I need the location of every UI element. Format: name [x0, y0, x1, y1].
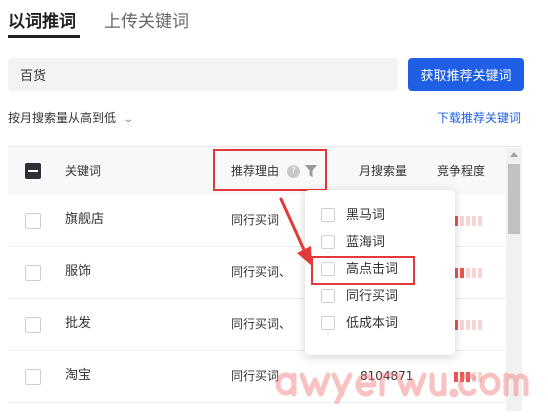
annotation-arrow-icon	[279, 197, 312, 266]
filter-option-label: 同行买词	[346, 289, 399, 304]
sort-dropdown-label: 按月搜索量从高到低	[8, 111, 117, 125]
select-all-checkbox[interactable]	[25, 163, 41, 179]
row-checkbox[interactable]	[25, 265, 41, 281]
watermark	[270, 358, 540, 405]
column-header-keyword: 关键词	[65, 164, 102, 178]
competition-segment	[460, 216, 464, 226]
filter-option-label: 低成本词	[346, 316, 399, 331]
reason-filter-popup: 黑马词 蓝海词 高点击词 同行买词 低成本词	[305, 190, 455, 355]
filter-checkbox[interactable]	[321, 208, 335, 222]
competition-segment	[460, 320, 464, 330]
competition-segment	[478, 268, 482, 278]
get-recommended-keywords-button[interactable]: 获取推荐关键词	[408, 58, 524, 91]
tab-keyword-to-keyword[interactable]: 以词推词	[8, 10, 76, 34]
row-checkbox[interactable]	[25, 369, 41, 385]
competition-segment	[472, 216, 476, 226]
competition-segment	[460, 268, 464, 278]
row-checkbox[interactable]	[25, 213, 41, 229]
active-tab-underline	[8, 35, 80, 38]
filter-checkbox[interactable]	[321, 316, 335, 330]
reason-cell: 同行买词	[231, 213, 280, 227]
watermark-graphic	[275, 371, 529, 405]
download-recommended-keywords-link[interactable]: 下载推荐关键词	[437, 109, 521, 127]
row-checkbox[interactable]	[25, 317, 41, 333]
competition-segment	[466, 320, 470, 330]
indeterminate-dash-icon	[28, 170, 38, 172]
filter-option-label: 蓝海词	[346, 235, 386, 250]
scroll-up-arrow-icon[interactable]	[510, 152, 518, 157]
tab-upload-keywords[interactable]: 上传关键词	[104, 10, 189, 34]
competition-segment	[466, 216, 470, 226]
keyword-cell: 旗舰店	[65, 212, 105, 227]
column-header-monthly-search-volume: 月搜索量	[359, 164, 408, 178]
reason-cell: 同行买词、	[231, 317, 292, 331]
high-click-option-highlight	[311, 256, 415, 285]
competition-segment	[466, 268, 470, 278]
filter-checkbox[interactable]	[321, 289, 335, 303]
search-input[interactable]	[8, 58, 398, 91]
column-header-competition: 竞争程度	[437, 164, 486, 178]
competition-segment	[478, 320, 482, 330]
sort-dropdown[interactable]: 按月搜索量从高到低 ⌄	[8, 109, 135, 129]
keyword-cell: 服饰	[65, 264, 92, 279]
tab-bar: 以词推词 上传关键词	[0, 0, 548, 44]
competition-segment	[472, 268, 476, 278]
filter-checkbox[interactable]	[321, 235, 335, 249]
filter-option-label: 黑马词	[346, 208, 386, 223]
competition-segment	[478, 216, 482, 226]
keyword-cell: 批发	[65, 316, 92, 331]
competition-segment	[472, 320, 476, 330]
reason-header-highlight	[213, 149, 327, 191]
scrollbar-thumb[interactable]	[508, 164, 520, 234]
chevron-down-icon: ⌄	[122, 114, 135, 125]
keyword-cell: 淘宝	[65, 368, 92, 383]
